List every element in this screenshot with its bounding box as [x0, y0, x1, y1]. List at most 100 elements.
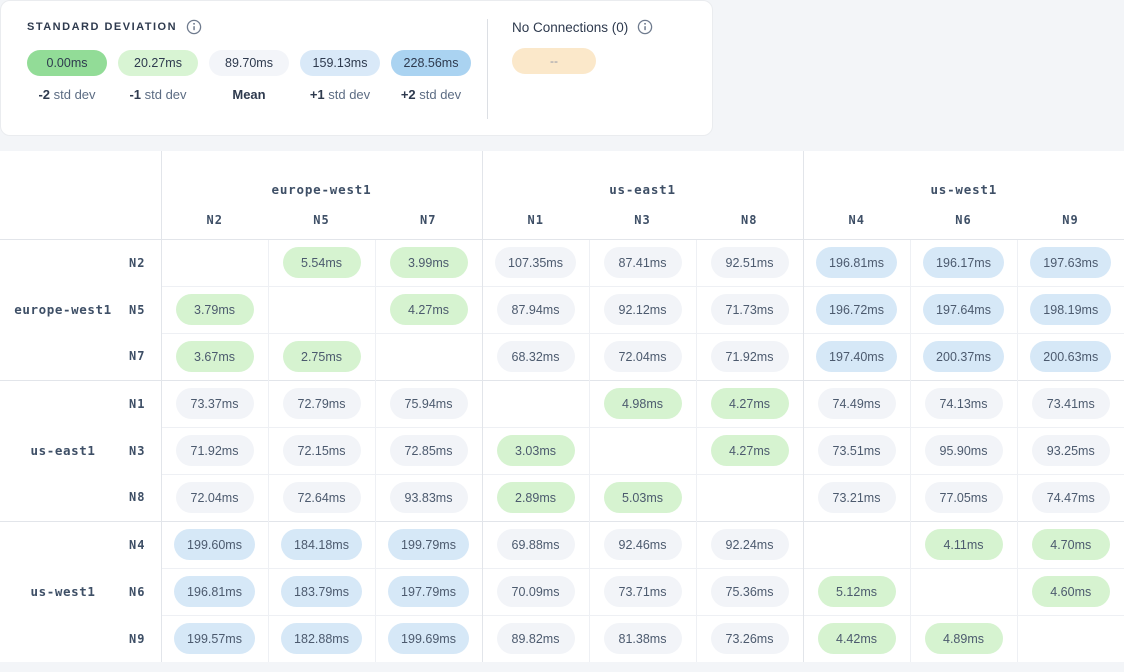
latency-cell[interactable]: 73.37ms: [161, 380, 268, 427]
latency-cell[interactable]: 72.15ms: [268, 427, 375, 474]
latency-cell[interactable]: 73.21ms: [803, 474, 910, 521]
latency-cell[interactable]: 4.27ms: [696, 380, 803, 427]
latency-cell[interactable]: 182.88ms: [268, 615, 375, 662]
latency-pill: 196.81ms: [174, 576, 255, 607]
latency-cell[interactable]: 184.18ms: [268, 521, 375, 568]
latency-cell[interactable]: 4.98ms: [589, 380, 696, 427]
latency-cell[interactable]: 93.25ms: [1017, 427, 1124, 474]
latency-cell[interactable]: 4.42ms: [803, 615, 910, 662]
latency-cell[interactable]: 81.38ms: [589, 615, 696, 662]
latency-cell[interactable]: 4.89ms: [910, 615, 1017, 662]
latency-cell[interactable]: 3.79ms: [161, 286, 268, 333]
latency-cell[interactable]: 196.17ms: [910, 239, 1017, 286]
latency-cell[interactable]: 73.71ms: [589, 568, 696, 615]
latency-pill: 87.94ms: [497, 294, 575, 325]
latency-cell[interactable]: 92.12ms: [589, 286, 696, 333]
latency-cell[interactable]: 87.94ms: [482, 286, 589, 333]
latency-cell[interactable]: 3.03ms: [482, 427, 589, 474]
latency-cell[interactable]: 183.79ms: [268, 568, 375, 615]
latency-cell[interactable]: [910, 568, 1017, 615]
matrix-row-N8: N872.04ms72.64ms93.83ms2.89ms5.03ms73.21…: [0, 474, 1124, 521]
column-node-N6: N6: [910, 201, 1017, 239]
latency-cell[interactable]: 71.92ms: [696, 333, 803, 380]
info-icon[interactable]: [186, 19, 202, 35]
latency-pill: 197.64ms: [923, 294, 1004, 325]
latency-cell[interactable]: 72.04ms: [161, 474, 268, 521]
latency-pill: 73.51ms: [818, 435, 896, 466]
latency-cell[interactable]: 5.12ms: [803, 568, 910, 615]
latency-cell[interactable]: 89.82ms: [482, 615, 589, 662]
latency-cell[interactable]: 200.37ms: [910, 333, 1017, 380]
latency-cell[interactable]: 197.40ms: [803, 333, 910, 380]
latency-cell[interactable]: 74.13ms: [910, 380, 1017, 427]
latency-cell[interactable]: 4.70ms: [1017, 521, 1124, 568]
latency-cell[interactable]: 4.11ms: [910, 521, 1017, 568]
latency-cell[interactable]: 75.36ms: [696, 568, 803, 615]
latency-cell[interactable]: 74.49ms: [803, 380, 910, 427]
latency-cell[interactable]: 92.51ms: [696, 239, 803, 286]
info-icon[interactable]: [637, 19, 653, 35]
latency-cell[interactable]: 3.99ms: [375, 239, 482, 286]
latency-cell[interactable]: 2.89ms: [482, 474, 589, 521]
latency-pill: 199.79ms: [388, 529, 469, 560]
latency-cell[interactable]: 5.54ms: [268, 239, 375, 286]
latency-cell[interactable]: [803, 521, 910, 568]
latency-cell[interactable]: 68.32ms: [482, 333, 589, 380]
row-group-europe-west1: europe-west1N25.54ms3.99ms107.35ms87.41m…: [0, 239, 1124, 380]
latency-cell[interactable]: 199.57ms: [161, 615, 268, 662]
latency-cell[interactable]: 199.60ms: [161, 521, 268, 568]
latency-cell[interactable]: 4.27ms: [375, 286, 482, 333]
latency-cell[interactable]: 199.69ms: [375, 615, 482, 662]
latency-cell[interactable]: 196.81ms: [161, 568, 268, 615]
latency-cell[interactable]: 2.75ms: [268, 333, 375, 380]
latency-cell[interactable]: [482, 380, 589, 427]
latency-pill: 4.42ms: [818, 623, 896, 654]
latency-cell[interactable]: 5.03ms: [589, 474, 696, 521]
latency-pill: 73.26ms: [711, 623, 789, 654]
latency-cell[interactable]: 72.64ms: [268, 474, 375, 521]
latency-cell[interactable]: 69.88ms: [482, 521, 589, 568]
latency-pill: 74.13ms: [925, 388, 1003, 419]
latency-cell[interactable]: 72.04ms: [589, 333, 696, 380]
latency-cell[interactable]: 73.51ms: [803, 427, 910, 474]
latency-cell[interactable]: [268, 286, 375, 333]
latency-pill: 71.73ms: [711, 294, 789, 325]
latency-cell[interactable]: 198.19ms: [1017, 286, 1124, 333]
latency-cell[interactable]: 95.90ms: [910, 427, 1017, 474]
latency-cell[interactable]: 92.24ms: [696, 521, 803, 568]
latency-cell[interactable]: 196.81ms: [803, 239, 910, 286]
latency-cell[interactable]: 197.63ms: [1017, 239, 1124, 286]
latency-cell[interactable]: 197.64ms: [910, 286, 1017, 333]
latency-cell[interactable]: 197.79ms: [375, 568, 482, 615]
latency-cell[interactable]: [1017, 615, 1124, 662]
latency-pill: 92.12ms: [604, 294, 682, 325]
latency-cell[interactable]: [161, 239, 268, 286]
latency-cell[interactable]: 73.41ms: [1017, 380, 1124, 427]
latency-cell[interactable]: 92.46ms: [589, 521, 696, 568]
latency-cell[interactable]: 87.41ms: [589, 239, 696, 286]
latency-pill: 200.37ms: [923, 341, 1004, 372]
latency-cell[interactable]: 196.72ms: [803, 286, 910, 333]
latency-cell[interactable]: 72.79ms: [268, 380, 375, 427]
latency-cell[interactable]: 74.47ms: [1017, 474, 1124, 521]
latency-cell[interactable]: 73.26ms: [696, 615, 803, 662]
latency-cell[interactable]: 3.67ms: [161, 333, 268, 380]
legend-step: 228.56ms+2 std dev: [391, 50, 471, 102]
latency-cell[interactable]: [375, 333, 482, 380]
latency-cell[interactable]: 199.79ms: [375, 521, 482, 568]
latency-cell[interactable]: 75.94ms: [375, 380, 482, 427]
latency-cell[interactable]: 4.60ms: [1017, 568, 1124, 615]
latency-cell[interactable]: 70.09ms: [482, 568, 589, 615]
std-dev-legend: STANDARD DEVIATION 0.00ms-2 std dev20.27…: [1, 1, 487, 135]
latency-cell[interactable]: 93.83ms: [375, 474, 482, 521]
legend-pill: 228.56ms: [391, 50, 471, 76]
latency-cell[interactable]: 71.92ms: [161, 427, 268, 474]
latency-cell[interactable]: 4.27ms: [696, 427, 803, 474]
latency-cell[interactable]: 107.35ms: [482, 239, 589, 286]
latency-cell[interactable]: 71.73ms: [696, 286, 803, 333]
latency-cell[interactable]: [696, 474, 803, 521]
latency-cell[interactable]: 200.63ms: [1017, 333, 1124, 380]
latency-cell[interactable]: [589, 427, 696, 474]
latency-cell[interactable]: 77.05ms: [910, 474, 1017, 521]
latency-cell[interactable]: 72.85ms: [375, 427, 482, 474]
